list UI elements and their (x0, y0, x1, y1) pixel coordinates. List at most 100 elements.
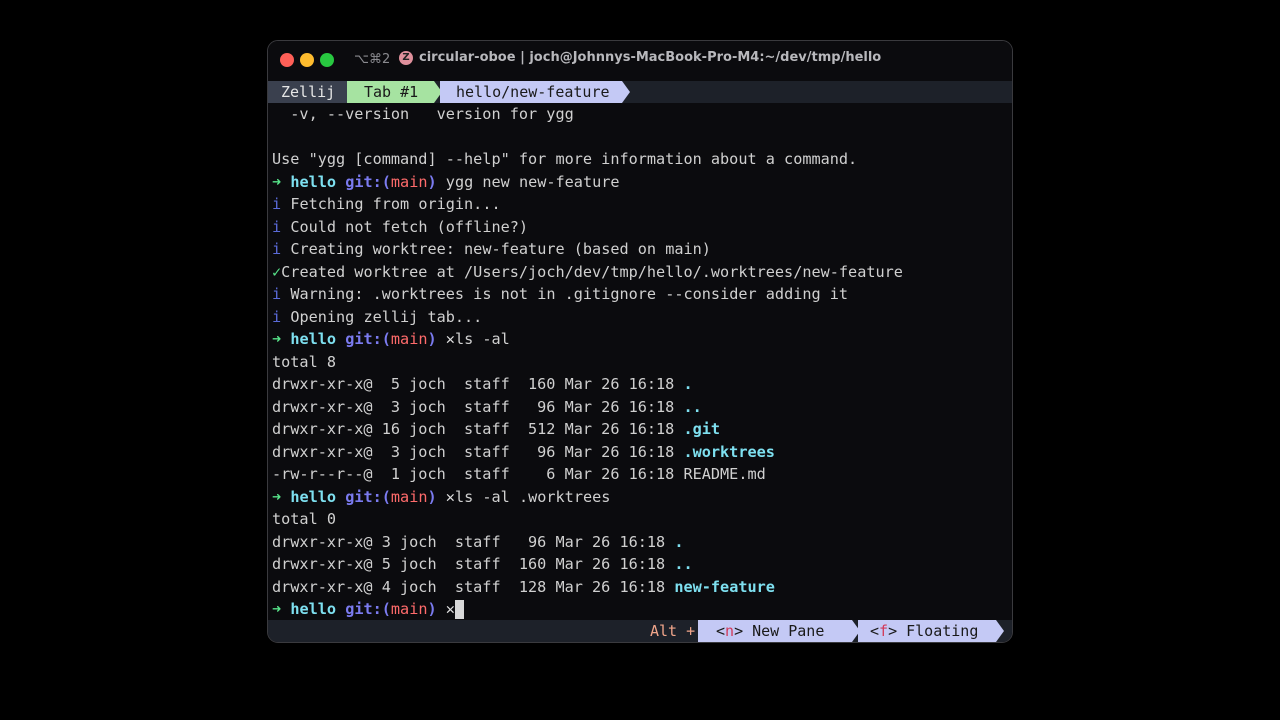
output-text: Created worktree at /Users/joch/dev/tmp/… (281, 262, 903, 281)
output-text: Could not fetch (offline?) (290, 217, 529, 236)
window-shortcut: ⌥⌘2 (354, 52, 391, 67)
listing-meta: drwxr-xr-x@ 3 joch staff 96 Mar 26 16:18 (272, 442, 684, 461)
prompt-dir: hello (290, 487, 337, 506)
new-pane-hint[interactable]: <n> New Pane (704, 620, 852, 642)
output-text: Fetching from origin... (290, 195, 501, 213)
window-title-wrap: Z circular-oboe | joch@Johnnys-MacBook-P… (399, 50, 881, 65)
prompt-git-suffix: ) (427, 487, 437, 506)
hint-key: n (725, 622, 735, 640)
zellij-z-icon: Z (399, 50, 413, 65)
listing-meta: drwxr-xr-x@ 5 joch staff 160 Mar 26 16:1… (272, 375, 684, 393)
listing-dir: .. (674, 555, 693, 573)
hint-f-separator (996, 620, 1004, 642)
prompt-dir: hello (290, 330, 337, 348)
output-line: -v, --version version for ygg (272, 105, 574, 123)
output-line: i Fetching from origin... (272, 193, 1012, 216)
prompt-git-prefix: git:( (345, 330, 391, 348)
listing-dir: .git (683, 420, 721, 438)
listing-row: drwxr-xr-x@ 5 joch staff 160 Mar 26 16:1… (272, 373, 1012, 396)
info-icon: i (272, 240, 282, 258)
zellij-brand: Zellij (268, 81, 347, 103)
listing-row: drwxr-xr-x@ 5 joch staff 160 Mar 26 16:1… (272, 553, 1012, 576)
prompt-git-prefix: git:( (345, 487, 391, 506)
output-line: i Could not fetch (offline?) (272, 216, 1012, 239)
text-cursor[interactable] (454, 600, 464, 619)
prompt-arrow-icon: ➜ (272, 487, 282, 506)
listing-row: drwxr-xr-x@ 16 joch staff 512 Mar 26 16:… (272, 418, 1012, 441)
listing-row: -rw-r--r--@ 1 joch staff 6 Mar 26 16:18 … (272, 465, 766, 483)
prompt-dir: hello (290, 172, 337, 191)
zellij-tab-bar: Zellij Tab #1 hello/new-feature (268, 81, 1012, 103)
listing-dir: . (674, 532, 684, 551)
terminal-window: ⌥⌘2 Z circular-oboe | joch@Johnnys-MacBo… (267, 40, 1013, 643)
listing-dir: .worktrees (683, 442, 775, 461)
hint-bracket: < (870, 622, 880, 640)
output-line: ✓Created worktree at /Users/joch/dev/tmp… (272, 261, 1012, 284)
listing-meta: drwxr-xr-x@ 3 joch staff 96 Mar 26 16:18 (272, 397, 684, 416)
hint-label: > New Pane (734, 622, 825, 640)
info-icon: i (272, 285, 282, 303)
prompt-git-prefix: git:( (345, 172, 391, 191)
output-line: total 8 (272, 352, 337, 371)
prompt-branch: main (390, 172, 428, 191)
listing-meta: drwxr-xr-x@ 5 joch staff 160 Mar 26 16:1… (272, 555, 675, 573)
command: ls -al (454, 330, 510, 348)
prompt-git-suffix: ) (427, 172, 437, 191)
listing-dir: new-feature (674, 577, 775, 596)
output-line: total 0 (272, 510, 337, 528)
zellij-status-bar: Alt + <n> New Pane <f> Floating (268, 620, 1012, 642)
listing-row: drwxr-xr-x@ 3 joch staff 96 Mar 26 16:18… (272, 531, 1012, 554)
prompt-git-suffix: ) (427, 600, 437, 618)
prompt-arrow-icon: ➜ (272, 330, 282, 348)
output-text: Opening zellij tab... (290, 307, 483, 326)
title-bar[interactable]: ⌥⌘2 Z circular-oboe | joch@Johnnys-MacBo… (268, 41, 1012, 80)
prompt-line: ➜ hello git:(main) ✕ls -al (272, 328, 1012, 351)
prompt-line: ➜ hello git:(main) ✕ls -al .worktrees (272, 486, 1012, 509)
output-line: i Opening zellij tab... (272, 306, 1012, 329)
close-window-button[interactable] (280, 53, 294, 67)
output-line: Use "ygg [command] --help" for more info… (272, 150, 858, 168)
info-icon: i (272, 195, 282, 213)
listing-row: drwxr-xr-x@ 3 joch staff 96 Mar 26 16:18… (272, 441, 1012, 464)
zoom-window-button[interactable] (320, 53, 334, 67)
prompt-git-prefix: git:( (345, 600, 391, 618)
dirty-x-icon: ✕ (445, 487, 455, 506)
prompt-branch: main (390, 487, 428, 506)
listing-meta: drwxr-xr-x@ 3 joch staff 96 Mar 26 16:18 (272, 532, 675, 551)
prompt-branch: main (390, 330, 428, 348)
minimize-window-button[interactable] (300, 53, 314, 67)
prompt-line-active[interactable]: ➜ hello git:(main) ✕ (272, 598, 1012, 621)
output-line: i Creating worktree: new-feature (based … (272, 238, 1012, 261)
prompt-dir: hello (290, 600, 337, 618)
tab2-separator (622, 81, 630, 103)
hint-label: > Floating (888, 622, 979, 640)
prompt-git-suffix: ) (427, 330, 437, 348)
modifier-label: Alt + (650, 622, 696, 640)
dirty-x-icon: ✕ (445, 600, 455, 618)
floating-hint[interactable]: <f> Floating (858, 620, 996, 642)
output-text: Creating worktree: new-feature (based on… (290, 240, 711, 258)
tab1-notch (347, 81, 354, 103)
tab-1[interactable]: Tab #1 (354, 81, 434, 103)
output-text: Warning: .worktrees is not in .gitignore… (290, 285, 849, 303)
prompt-line: ➜ hello git:(main) ygg new new-feature (272, 171, 1012, 194)
listing-row: drwxr-xr-x@ 3 joch staff 96 Mar 26 16:18… (272, 396, 1012, 419)
info-icon: i (272, 217, 282, 236)
hint-key: f (879, 622, 889, 640)
dirty-x-icon: ✕ (445, 330, 455, 348)
check-icon: ✓ (272, 262, 282, 281)
window-title: circular-oboe | joch@Johnnys-MacBook-Pro… (419, 50, 882, 65)
terminal-pane[interactable]: -v, --version version for ygg Use "ygg [… (272, 103, 1012, 620)
info-icon: i (272, 307, 282, 326)
tab-hello-new-feature[interactable]: hello/new-feature (446, 81, 622, 103)
command: ygg new new-feature (445, 172, 620, 191)
listing-meta: drwxr-xr-x@ 4 joch staff 128 Mar 26 16:1… (272, 577, 675, 596)
listing-row: drwxr-xr-x@ 4 joch staff 128 Mar 26 16:1… (272, 576, 1012, 599)
prompt-arrow-icon: ➜ (272, 172, 282, 191)
prompt-arrow-icon: ➜ (272, 600, 282, 618)
listing-dir: . (683, 375, 693, 393)
listing-meta: drwxr-xr-x@ 16 joch staff 512 Mar 26 16:… (272, 420, 684, 438)
command: ls -al .worktrees (454, 487, 611, 506)
prompt-branch: main (390, 600, 428, 618)
